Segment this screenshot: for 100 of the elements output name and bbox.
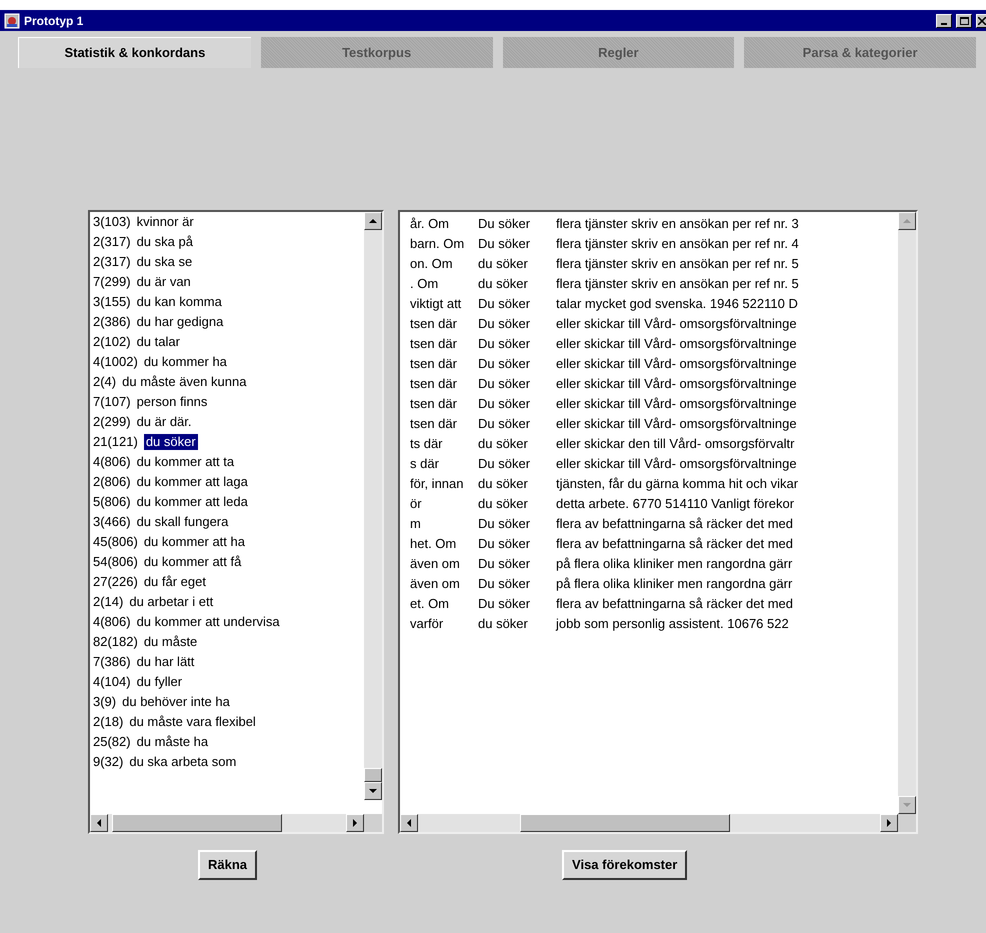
phrase-list[interactable] xyxy=(88,210,384,834)
keyword-text: du söker xyxy=(478,255,529,273)
count-text: 45(806) xyxy=(93,533,138,551)
phrase-item[interactable]: du kommer att ta xyxy=(136,452,234,472)
phrase-item[interactable]: du kommer att undervisa xyxy=(136,612,280,632)
phrase-item[interactable]: du ska arbeta som xyxy=(129,752,236,772)
phrase-item[interactable]: kvinnor är xyxy=(136,212,194,232)
phrase-item[interactable]: du arbetar i ett xyxy=(129,592,214,612)
keyword-text: du söker xyxy=(478,435,529,453)
keyword-text: Du söker xyxy=(478,595,532,613)
count-text: 2(102) xyxy=(93,333,131,351)
right-arrow-icon xyxy=(353,819,357,827)
keyword-text: Du söker xyxy=(478,455,532,473)
scroll-up-button[interactable] xyxy=(364,212,382,230)
phrase-item[interactable]: du måste xyxy=(144,632,198,652)
keyword-text: Du söker xyxy=(478,575,532,593)
scroll-thumb[interactable] xyxy=(364,768,382,782)
phrase-item[interactable]: du kommer att laga xyxy=(136,472,248,492)
scroll-thumb[interactable] xyxy=(520,814,730,832)
phrase-item[interactable]: du kommer att få xyxy=(144,552,242,572)
phrase-item[interactable]: du ska på xyxy=(136,232,193,252)
right-context-text: flera tjänster skriv en ansökan per ref nr. 4 xyxy=(556,235,799,253)
phrase-item[interactable]: du får eget xyxy=(144,572,206,592)
count-text: 4(806) xyxy=(93,453,131,471)
left-context-text: tsen där xyxy=(409,355,458,373)
scroll-right-button[interactable] xyxy=(880,814,898,832)
count-text: 25(82) xyxy=(93,733,131,751)
left-context-text: viktigt att xyxy=(409,295,462,313)
left-arrow-icon xyxy=(97,819,101,827)
scroll-right-button[interactable] xyxy=(346,814,364,832)
right-context-text: flera av befattningarna så räcker det med xyxy=(556,595,794,613)
tab[interactable]: Statistik & konkordans xyxy=(18,37,251,68)
scroll-down-button[interactable] xyxy=(364,782,382,800)
count-text: 2(4) xyxy=(93,373,116,391)
close-button[interactable] xyxy=(976,14,986,28)
phrase-item[interactable]: du kommer ha xyxy=(144,352,227,372)
vertical-scrollbar[interactable] xyxy=(898,212,916,814)
right-context-text: eller skickar till Vård- omsorgsförvaltninge xyxy=(556,395,797,413)
phrase-item[interactable]: du måste vara flexibel xyxy=(129,712,256,732)
right-context-text: på flera olika kliniker men rangordna gärr xyxy=(556,575,792,593)
window-title: Prototyp 1 xyxy=(24,12,84,30)
right-context-text: jobb som personlig assistent. 10676 522 xyxy=(556,615,789,633)
right-context-text: eller skickar till Vård- omsorgsförvaltninge xyxy=(556,375,797,393)
phrase-item[interactable]: du måste ha xyxy=(136,732,208,752)
maximize-icon xyxy=(960,16,968,24)
vertical-scrollbar[interactable] xyxy=(364,212,382,800)
keyword-text: Du söker xyxy=(478,295,532,313)
keyword-text: Du söker xyxy=(478,215,532,233)
scroll-thumb[interactable] xyxy=(112,814,282,832)
phrase-item[interactable]: du söker xyxy=(144,434,198,450)
scroll-left-button[interactable] xyxy=(400,814,418,832)
left-context-text: het. Om xyxy=(409,535,458,553)
phrase-item[interactable]: du kommer att ha xyxy=(144,532,245,552)
left-context-text: tsen där xyxy=(409,375,458,393)
keyword-text: Du söker xyxy=(478,355,532,373)
count-text: 3(155) xyxy=(93,293,131,311)
right-context-text: på flera olika kliniker men rangordna gärr xyxy=(556,555,792,573)
count-text: 54(806) xyxy=(93,553,138,571)
right-context-text: detta arbete. 6770 514110 Vanligt förekor xyxy=(556,495,794,513)
minimize-button[interactable] xyxy=(936,14,952,28)
right-context-text: eller skickar till Vård- omsorgsförvaltninge xyxy=(556,355,797,373)
right-context-text: talar mycket god svenska. 1946 522110 D xyxy=(556,295,798,313)
phrase-item[interactable]: du behöver inte ha xyxy=(122,692,230,712)
down-arrow-icon xyxy=(903,803,911,807)
phrase-item[interactable]: du måste även kunna xyxy=(122,372,246,392)
keyword-text: Du söker xyxy=(478,395,532,413)
phrase-item[interactable]: du har lätt xyxy=(136,652,194,672)
count-text: 4(104) xyxy=(93,673,131,691)
phrase-item[interactable]: du skall fungera xyxy=(136,512,228,532)
left-context-text: et. Om xyxy=(409,595,450,613)
show-occurrences-button[interactable]: Visa förekomster xyxy=(562,850,688,880)
phrase-item[interactable]: du är van xyxy=(136,272,191,292)
scroll-up-button[interactable] xyxy=(898,212,916,230)
phrase-item[interactable]: du ska se xyxy=(136,252,192,272)
phrase-item[interactable]: du kommer att leda xyxy=(136,492,248,512)
phrase-item[interactable]: du fyller xyxy=(136,672,182,692)
count-button[interactable]: Räkna xyxy=(198,850,258,880)
right-context-text: flera tjänster skriv en ansökan per ref nr. 5 xyxy=(556,275,799,293)
concordance-list[interactable] xyxy=(398,210,918,834)
count-text: 4(1002) xyxy=(93,353,138,371)
left-context-text: tsen där xyxy=(409,395,458,413)
left-context-text: . Om xyxy=(409,275,440,293)
scroll-down-button[interactable] xyxy=(898,796,916,814)
left-context-text: varför xyxy=(409,615,444,633)
count-text: 3(9) xyxy=(93,693,116,711)
keyword-text: Du söker xyxy=(478,515,532,533)
phrase-item[interactable]: du är där. xyxy=(136,412,192,432)
horizontal-scrollbar[interactable] xyxy=(400,814,898,832)
right-context-text: tjänsten, får du gärna komma hit och vikar xyxy=(556,475,798,493)
keyword-text: du söker xyxy=(478,495,529,513)
up-arrow-icon xyxy=(903,219,911,223)
phrase-item[interactable]: person finns xyxy=(136,392,208,412)
scroll-left-button[interactable] xyxy=(90,814,108,832)
left-context-text: år. Om xyxy=(409,215,450,233)
phrase-item[interactable]: du har gedigna xyxy=(136,312,224,332)
maximize-button[interactable] xyxy=(956,14,972,28)
phrase-item[interactable]: du kan komma xyxy=(136,292,222,312)
left-context-text: även om xyxy=(409,575,461,593)
horizontal-scrollbar[interactable] xyxy=(90,814,364,832)
phrase-item[interactable]: du talar xyxy=(136,332,180,352)
